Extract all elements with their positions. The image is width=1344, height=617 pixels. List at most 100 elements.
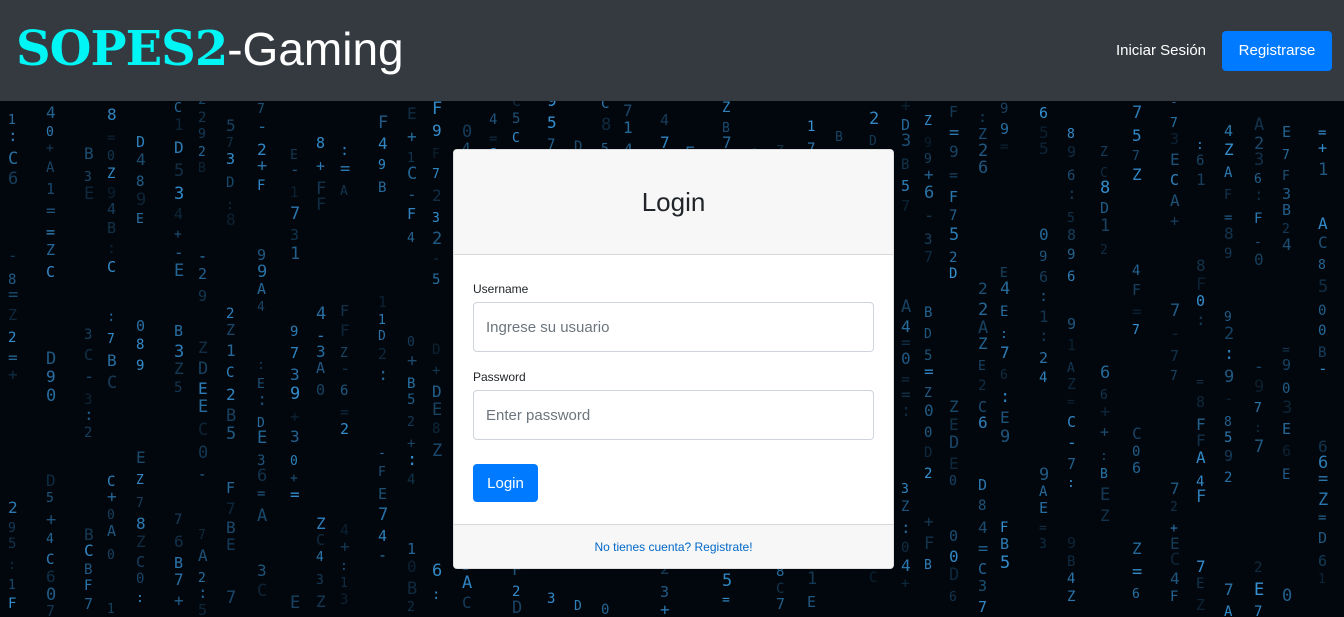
matrix-glyph: F xyxy=(432,147,440,162)
matrix-glyph: D xyxy=(46,349,56,369)
matrix-glyph: : xyxy=(978,108,987,126)
matrix-glyph: F xyxy=(924,534,934,554)
matrix-glyph: 0 xyxy=(1039,225,1049,244)
login-nav-link[interactable]: Iniciar Sesión xyxy=(1116,42,1206,59)
matrix-glyph: 1 xyxy=(340,576,348,591)
brand-logo[interactable]: SOPES2 -Gaming xyxy=(16,25,404,73)
login-title: Login xyxy=(641,186,706,217)
matrix-glyph: - xyxy=(257,117,267,137)
matrix-glyph: A xyxy=(340,184,348,199)
matrix-glyph: 7 xyxy=(1170,347,1179,365)
login-submit-button[interactable]: Login xyxy=(473,464,538,502)
matrix-glyph: 3 xyxy=(226,150,235,168)
matrix-glyph: 4 xyxy=(489,112,497,128)
matrix-glyph: 2 xyxy=(226,306,234,322)
matrix-glyph: 4 xyxy=(378,527,387,545)
login-card: Login Username Password Login No tienes … xyxy=(453,149,894,569)
matrix-glyph: Z xyxy=(1224,140,1234,159)
matrix-glyph: : xyxy=(340,141,349,159)
matrix-glyph: B xyxy=(378,180,386,196)
matrix-glyph: F xyxy=(1254,211,1262,227)
matrix-glyph: D xyxy=(136,133,145,151)
matrix-glyph: 4 xyxy=(316,304,326,324)
matrix-glyph: + xyxy=(107,487,117,506)
matrix-glyph: 1 xyxy=(378,313,386,328)
matrix-glyph: + xyxy=(660,600,670,617)
matrix-glyph: + xyxy=(901,101,911,115)
matrix-glyph: : xyxy=(340,559,348,574)
matrix-glyph: = xyxy=(1132,562,1142,582)
matrix-glyph: = xyxy=(1196,375,1204,390)
matrix-glyph: F xyxy=(1170,589,1178,605)
matrix-glyph: 2 xyxy=(432,186,442,205)
matrix-glyph: 5 xyxy=(547,113,557,132)
matrix-glyph: : xyxy=(1000,387,1010,407)
matrix-glyph: E xyxy=(1170,150,1180,169)
matrix-glyph: 0 xyxy=(924,401,934,420)
matrix-glyph: + xyxy=(290,407,300,426)
matrix-glyph: Z xyxy=(226,321,235,339)
brand-accent-text: SOPES2 xyxy=(16,20,228,77)
matrix-glyph: + xyxy=(257,156,267,176)
matrix-glyph: 4 xyxy=(1282,235,1292,254)
matrix-glyph: 0 xyxy=(462,122,472,142)
matrix-glyph: 2 xyxy=(407,415,415,430)
matrix-glyph: 5 xyxy=(226,116,236,135)
matrix-glyph: : xyxy=(1067,184,1077,203)
matrix-glyph: 3 xyxy=(290,365,300,384)
matrix-glyph: F xyxy=(949,188,958,206)
matrix-glyph: + xyxy=(316,157,325,175)
matrix-glyph: D xyxy=(574,599,582,614)
matrix-glyph: B xyxy=(1067,554,1075,570)
matrix-glyph: 5 xyxy=(226,424,236,444)
matrix-glyph: F xyxy=(84,578,92,594)
matrix-glyph: F xyxy=(949,103,958,121)
matrix-glyph: 9 xyxy=(1224,246,1232,262)
matrix-glyph: = xyxy=(1132,302,1142,321)
register-link[interactable]: No tienes cuenta? Registrate! xyxy=(594,540,752,554)
matrix-glyph: F xyxy=(378,465,386,480)
register-button[interactable]: Registrarse xyxy=(1222,30,1332,71)
matrix-glyph: 4 xyxy=(407,472,415,488)
matrix-glyph: 7 xyxy=(1254,437,1264,457)
matrix-glyph: 9 xyxy=(1039,249,1047,265)
matrix-glyph: = xyxy=(978,539,988,559)
matrix-glyph: 7 xyxy=(978,598,987,616)
matrix-glyph: B xyxy=(924,558,932,573)
matrix-glyph: D xyxy=(1100,199,1109,217)
matrix-glyph: 7 xyxy=(1170,479,1180,498)
matrix-glyph: E xyxy=(1254,580,1264,600)
matrix-glyph: 9 xyxy=(378,158,386,173)
matrix-glyph: 4 xyxy=(257,300,265,315)
matrix-glyph: F xyxy=(340,302,349,320)
matrix-glyph: 8 xyxy=(601,115,611,135)
matrix-glyph: 2 xyxy=(1170,500,1178,515)
matrix-glyph: - xyxy=(174,243,184,262)
matrix-glyph: + xyxy=(8,365,18,384)
password-input[interactable] xyxy=(473,390,874,440)
matrix-glyph: Z xyxy=(1132,539,1142,558)
matrix-glyph: 5 xyxy=(512,111,520,127)
matrix-glyph: - xyxy=(1170,101,1178,110)
matrix-glyph: Z xyxy=(901,499,909,515)
matrix-glyph: A xyxy=(1254,115,1264,135)
matrix-glyph: - xyxy=(84,367,94,387)
matrix-glyph: 3 xyxy=(901,482,909,497)
matrix-glyph: = xyxy=(1000,139,1008,155)
matrix-glyph: C xyxy=(1318,233,1328,252)
matrix-glyph: : xyxy=(1039,287,1048,305)
matrix-glyph: 3 xyxy=(924,232,932,248)
matrix-glyph: 7 xyxy=(226,499,236,518)
matrix-glyph: 7 xyxy=(107,332,115,347)
matrix-glyph: E xyxy=(174,261,184,281)
matrix-glyph: - xyxy=(432,251,440,267)
matrix-glyph: D xyxy=(432,342,440,358)
matrix-glyph: 8 xyxy=(1318,258,1326,273)
matrix-glyph: Z xyxy=(949,397,959,416)
username-input[interactable] xyxy=(473,302,874,352)
matrix-glyph: = xyxy=(1318,469,1328,489)
matrix-glyph: A xyxy=(1196,448,1206,467)
login-card-footer: No tienes cuenta? Registrate! xyxy=(454,524,893,568)
matrix-glyph: D xyxy=(949,433,959,453)
matrix-glyph: 7 xyxy=(924,248,933,266)
